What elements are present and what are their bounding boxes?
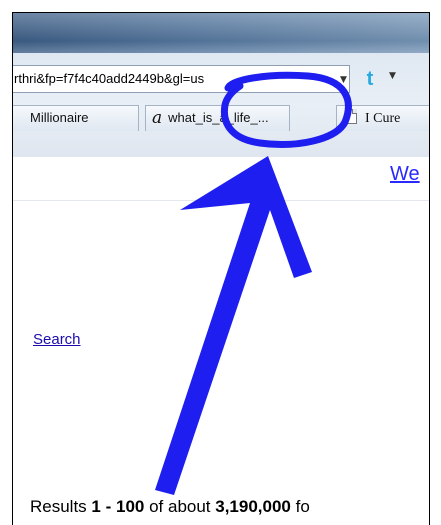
tab-label: what_is_a_life_... (168, 110, 269, 125)
results-prefix: Results (30, 497, 92, 516)
results-suffix: fo (290, 497, 310, 516)
tab-label: Millionaire (30, 110, 89, 125)
page-content: We Search Results 1 - 100 of about 3,190… (13, 157, 429, 525)
tab-what-is-a-life[interactable]: a what_is_a_life_... (145, 105, 290, 131)
results-total: 3,190,000 (215, 497, 291, 516)
address-bar[interactable]: rthri&fp=f7f4c40add2449b&gl=us (13, 65, 350, 93)
results-range: 1 - 100 (91, 497, 145, 516)
twitter-button[interactable]: t ▼ (359, 68, 403, 90)
title-bar (13, 13, 429, 53)
browser-window: rthri&fp=f7f4c40add2449b&gl=us ▼ t ▼ Mil… (12, 12, 430, 525)
tab-millionaire[interactable]: Millionaire (13, 105, 139, 131)
search-link[interactable]: Search (33, 331, 81, 348)
results-middle: of about (144, 497, 216, 516)
twitter-icon: t (366, 68, 374, 90)
divider (13, 200, 429, 201)
address-dropdown-icon[interactable]: ▼ (340, 75, 347, 85)
tab-i-cure[interactable]: I Cure (336, 105, 429, 131)
page-icon (345, 109, 357, 124)
chevron-down-icon[interactable]: ▼ (389, 71, 396, 81)
results-summary: Results 1 - 100 of about 3,190,000 fo (30, 497, 310, 517)
welcome-link[interactable]: We (390, 163, 420, 186)
amazon-a-icon: a (152, 108, 163, 128)
tab-label: I Cure (365, 111, 401, 126)
